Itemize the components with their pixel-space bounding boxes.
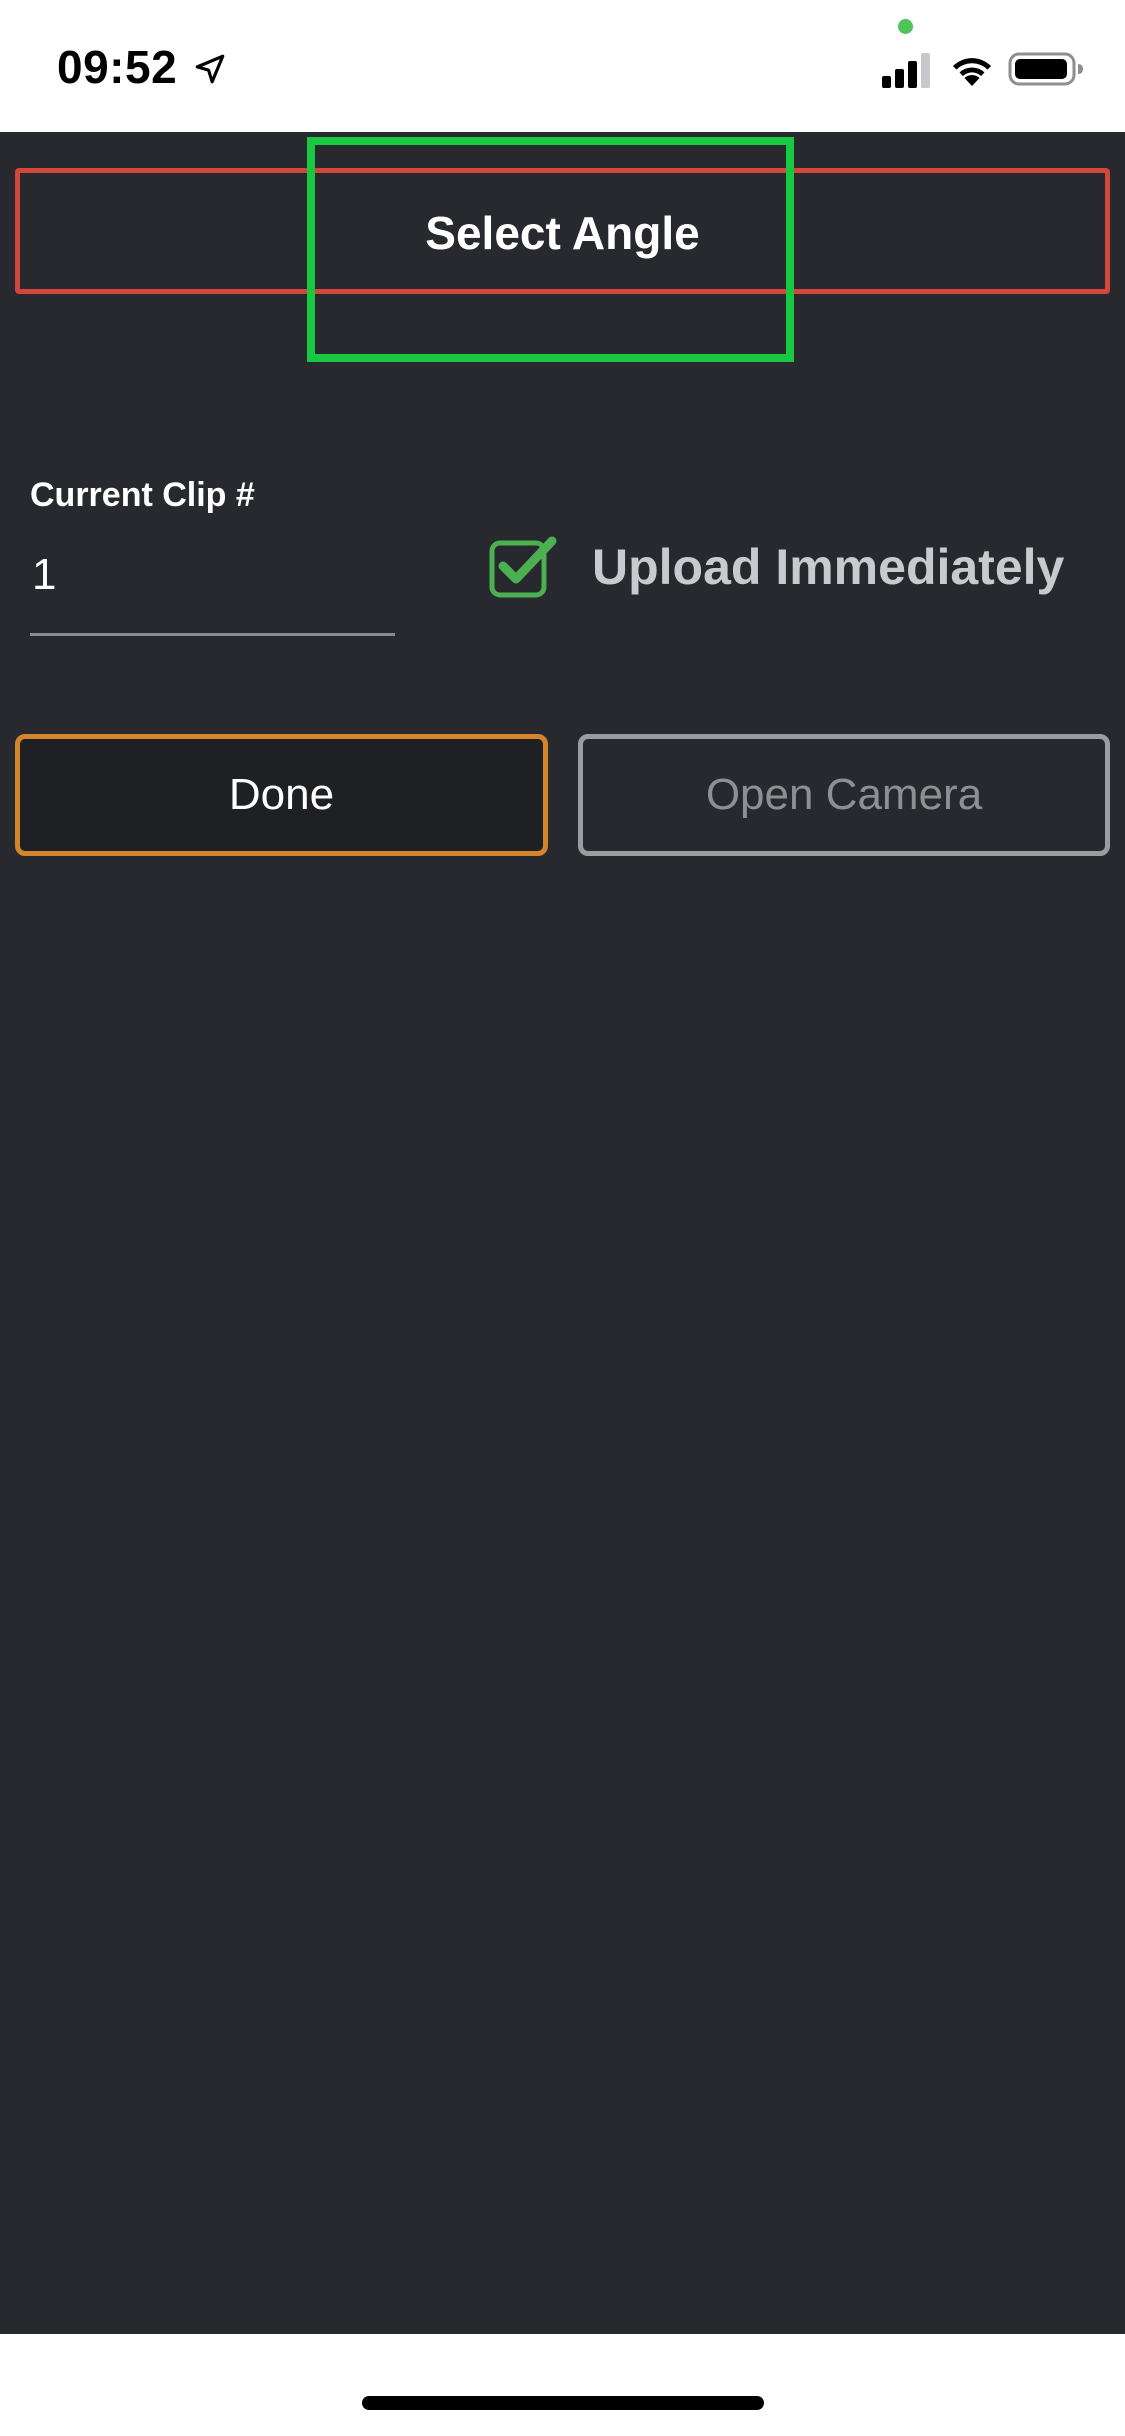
status-time: 09:52: [57, 41, 178, 93]
upload-immediately-checkbox[interactable]: [488, 535, 560, 599]
cellular-signal-icon: [882, 53, 930, 88]
battery-icon: [1008, 52, 1083, 86]
home-indicator[interactable]: [362, 2396, 764, 2410]
open-camera-button[interactable]: Open Camera: [578, 734, 1110, 856]
wifi-icon: [953, 58, 991, 86]
location-arrow-icon: [195, 54, 225, 84]
current-clip-input[interactable]: 1: [30, 532, 395, 636]
status-bar: 09:52: [0, 0, 1125, 132]
home-indicator-area: [0, 2334, 1125, 2436]
current-clip-label: Current Clip #: [30, 476, 255, 514]
privacy-indicator-dot: [898, 19, 913, 34]
page-title: Select Angle: [425, 207, 700, 259]
done-button[interactable]: Done: [15, 734, 548, 856]
upload-immediately-label[interactable]: Upload Immediately: [592, 538, 1064, 596]
app-screen: Select Angle Current Clip # 1 Upload Imm…: [0, 132, 1125, 2334]
